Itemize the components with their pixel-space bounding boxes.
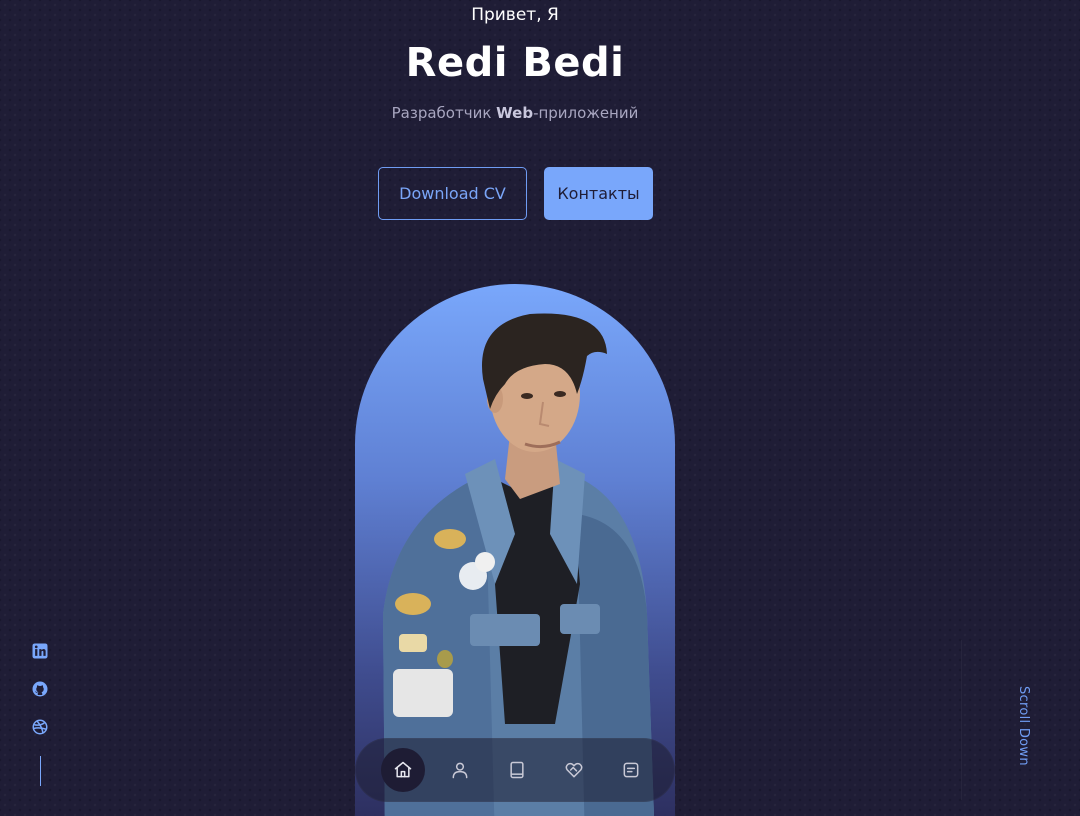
social-links <box>31 642 49 786</box>
nav-about-button[interactable] <box>438 748 482 792</box>
github-link[interactable] <box>31 680 49 698</box>
dribbble-icon <box>32 719 48 735</box>
dribbble-link[interactable] <box>31 718 49 736</box>
hero-name: Redi Bedi <box>405 40 625 86</box>
role-bold: Web <box>496 104 534 122</box>
portrait-image <box>383 313 655 816</box>
social-divider-line <box>39 756 41 786</box>
home-icon <box>394 761 412 778</box>
nav-home-button[interactable] <box>381 748 425 792</box>
nav-experience-button[interactable] <box>495 748 539 792</box>
nav-contact-button[interactable] <box>609 748 653 792</box>
contacts-button[interactable]: Контакты <box>544 167 653 220</box>
linkedin-link[interactable] <box>31 642 49 660</box>
nav-services-button[interactable] <box>552 748 596 792</box>
bottom-nav <box>355 738 675 802</box>
scroll-down-link[interactable]: Scroll Down <box>1016 686 1031 766</box>
github-icon <box>32 681 48 697</box>
hero-role: Разработчик Web-приложений <box>0 104 1030 122</box>
heart-handshake-icon <box>565 762 583 778</box>
download-cv-button[interactable]: Download CV <box>378 167 527 220</box>
book-icon <box>510 761 524 779</box>
hero-buttons: Download CV Контакты <box>378 167 653 220</box>
message-icon <box>623 762 639 778</box>
user-icon <box>452 762 468 779</box>
greeting: Привет, Я <box>471 5 559 25</box>
portrait-frame <box>355 284 675 816</box>
scroll-divider <box>961 640 962 800</box>
role-prefix: Разработчик <box>391 104 497 122</box>
linkedin-icon <box>32 643 48 659</box>
role-suffix: -приложений <box>533 104 639 122</box>
